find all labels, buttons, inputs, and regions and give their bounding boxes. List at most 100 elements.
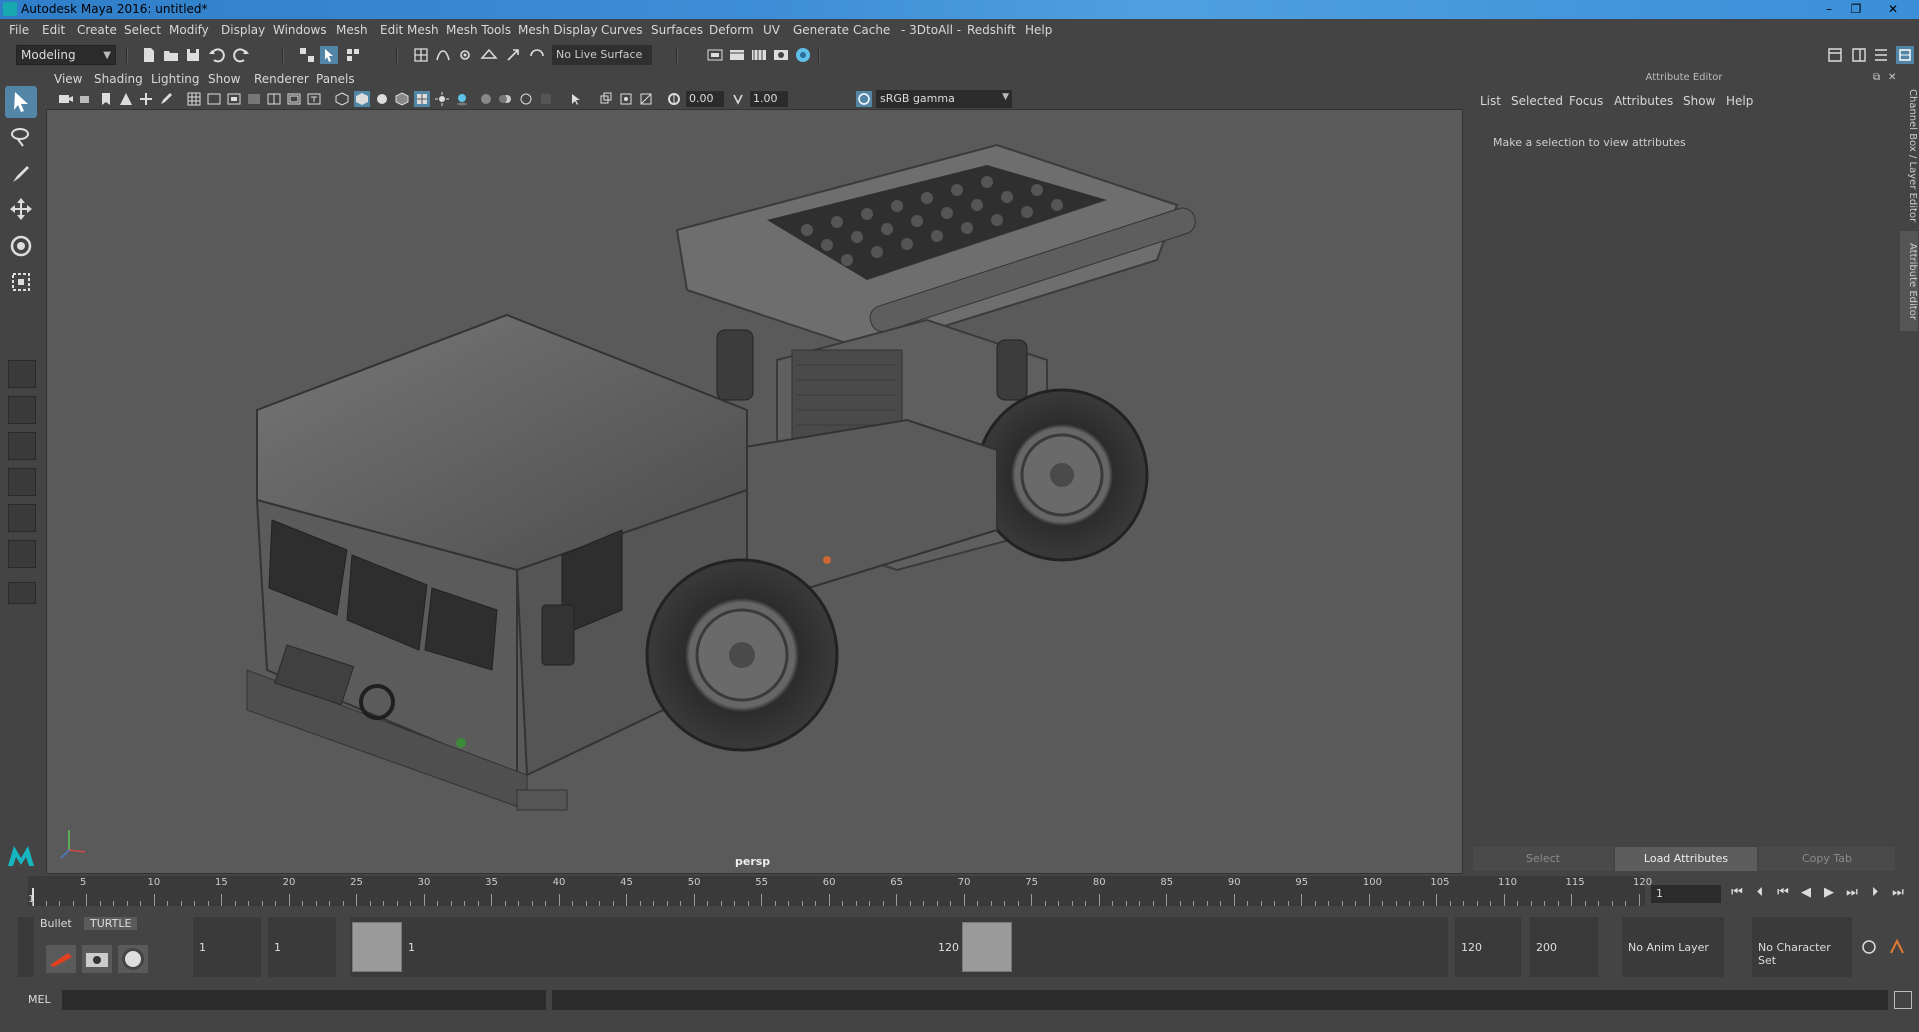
- menu-surfaces[interactable]: Surfaces: [651, 23, 703, 37]
- live-surface-field[interactable]: No Live Surface: [552, 45, 652, 65]
- textured-icon[interactable]: [414, 91, 430, 107]
- play-backwards-icon[interactable]: ◀: [1796, 883, 1816, 903]
- view-transform-dropdown[interactable]: sRGB gamma ▼: [876, 90, 1012, 108]
- wireframe-on-shaded-icon[interactable]: [394, 91, 410, 107]
- menu-windows[interactable]: Windows: [273, 23, 327, 37]
- maximize-button[interactable]: ❐: [1843, 0, 1869, 19]
- safe-title-icon[interactable]: [306, 91, 322, 107]
- single-perspective-layout-icon[interactable]: [8, 360, 36, 388]
- menu-edit[interactable]: Edit: [42, 23, 65, 37]
- ae-menu-selected[interactable]: Selected: [1511, 94, 1563, 108]
- ae-menu-focus[interactable]: Focus: [1569, 94, 1603, 108]
- new-scene-icon[interactable]: [140, 46, 158, 64]
- motion-blur-icon[interactable]: [498, 91, 514, 107]
- menu-cache[interactable]: Cache: [853, 23, 890, 37]
- menu-display[interactable]: Display: [221, 23, 265, 37]
- playback-start-field[interactable]: 1: [268, 917, 336, 977]
- image-plane-icon[interactable]: [118, 91, 134, 107]
- anti-aliasing-icon[interactable]: [518, 91, 534, 107]
- render-settings-icon[interactable]: [706, 46, 724, 64]
- ipr-render-icon[interactable]: [750, 46, 768, 64]
- animation-end-field[interactable]: 200: [1530, 917, 1598, 977]
- command-input[interactable]: [62, 990, 546, 1010]
- scale-tool-icon[interactable]: [5, 266, 37, 298]
- paint-select-tool-icon[interactable]: [5, 158, 37, 190]
- float-panel-icon[interactable]: ⧉: [1873, 72, 1880, 83]
- go-to-start-icon[interactable]: ⏮: [1727, 883, 1747, 903]
- open-scene-icon[interactable]: [162, 46, 180, 64]
- snap-view-plane-icon[interactable]: [480, 46, 498, 64]
- workspace-icon[interactable]: [1826, 46, 1844, 64]
- default-lighting-icon[interactable]: [374, 91, 390, 107]
- play-forwards-icon[interactable]: ▶: [1819, 883, 1839, 903]
- script-editor-icon[interactable]: [1894, 991, 1912, 1009]
- gamma-icon[interactable]: [730, 91, 746, 107]
- menu-help[interactable]: Help: [1025, 23, 1052, 37]
- render-view-icon[interactable]: [772, 46, 790, 64]
- toggle-tool-settings-icon[interactable]: [1872, 46, 1890, 64]
- color-management-icon[interactable]: [856, 91, 872, 107]
- tab-attribute-editor[interactable]: Attribute Editor: [1900, 231, 1918, 331]
- snap-grid-icon[interactable]: [412, 46, 430, 64]
- xray-joints-icon[interactable]: [618, 91, 634, 107]
- viewport-menu-view[interactable]: View: [54, 72, 82, 86]
- move-tool-icon[interactable]: [5, 194, 37, 226]
- menu-generate[interactable]: Generate: [793, 23, 849, 37]
- persp-outliner-layout-icon[interactable]: [8, 432, 36, 460]
- playback-end-field[interactable]: 120: [1455, 917, 1521, 977]
- toggle-attribute-editor-icon[interactable]: [1850, 46, 1868, 64]
- hypershade-persp-layout-icon[interactable]: [8, 540, 36, 568]
- exposure-icon[interactable]: [666, 91, 682, 107]
- turtle-settings-icon[interactable]: [82, 945, 112, 973]
- rotate-tool-icon[interactable]: [5, 230, 37, 262]
- tab-channel-box-layer-editor[interactable]: Channel Box / Layer Editor: [1900, 81, 1918, 231]
- auto-key-icon[interactable]: [1860, 938, 1878, 956]
- outliner-persp-graph-layout-icon[interactable]: [8, 504, 36, 532]
- depth-of-field-icon[interactable]: [538, 91, 554, 107]
- menu-file[interactable]: File: [9, 23, 29, 37]
- script-language-label[interactable]: MEL: [28, 993, 51, 1006]
- gamma-field[interactable]: 1.00: [750, 91, 788, 107]
- turtle-render-icon[interactable]: [46, 945, 76, 973]
- xray-components-icon[interactable]: [638, 91, 654, 107]
- snap-live-icon[interactable]: [504, 46, 522, 64]
- render-current-frame-icon[interactable]: [728, 46, 746, 64]
- snap-point-icon[interactable]: [456, 46, 474, 64]
- step-forward-frame-icon[interactable]: ⏵: [1865, 883, 1885, 903]
- anim-layer-dropdown[interactable]: No Anim Layer: [1622, 917, 1724, 977]
- four-view-layout-icon[interactable]: [8, 396, 36, 424]
- smooth-shade-icon[interactable]: [354, 91, 370, 107]
- exposure-field[interactable]: 0.00: [686, 91, 724, 107]
- animation-preferences-icon[interactable]: [1888, 938, 1906, 956]
- wireframe-icon[interactable]: [334, 91, 350, 107]
- viewport-menu-renderer[interactable]: Renderer: [254, 72, 309, 86]
- make-live-icon[interactable]: [528, 46, 546, 64]
- copy-tab-button[interactable]: Copy Tab: [1759, 847, 1895, 871]
- step-back-key-icon[interactable]: ⏮: [1773, 883, 1793, 903]
- redo-icon[interactable]: [232, 46, 250, 64]
- viewport-menu-panels[interactable]: Panels: [316, 72, 355, 86]
- toggle-channel-box-icon[interactable]: [1896, 46, 1914, 64]
- menu-deform[interactable]: Deform: [709, 23, 754, 37]
- undo-icon[interactable]: [208, 46, 226, 64]
- go-to-end-icon[interactable]: ⏭: [1888, 883, 1908, 903]
- resolution-gate-icon[interactable]: [226, 91, 242, 107]
- grease-pencil-icon[interactable]: [158, 91, 174, 107]
- gate-mask-icon[interactable]: [246, 91, 262, 107]
- field-chart-icon[interactable]: [266, 91, 282, 107]
- persp-graph-layout-icon[interactable]: [8, 468, 36, 496]
- step-back-frame-icon[interactable]: ⏴: [1750, 883, 1770, 903]
- ae-menu-show[interactable]: Show: [1683, 94, 1715, 108]
- select-button[interactable]: Select: [1473, 847, 1613, 871]
- film-gate-icon[interactable]: [206, 91, 222, 107]
- shelf-tab-bullet[interactable]: Bullet: [40, 917, 72, 930]
- menu-create[interactable]: Create: [77, 23, 117, 37]
- snap-curve-icon[interactable]: [434, 46, 452, 64]
- menu-mesh[interactable]: Mesh: [336, 23, 368, 37]
- range-end-handle[interactable]: [962, 922, 1012, 972]
- select-tool-icon[interactable]: [5, 86, 37, 118]
- select-camera-icon[interactable]: [58, 91, 74, 107]
- save-scene-icon[interactable]: [184, 46, 202, 64]
- viewport-menu-lighting[interactable]: Lighting: [151, 72, 200, 86]
- range-start-handle[interactable]: [352, 922, 402, 972]
